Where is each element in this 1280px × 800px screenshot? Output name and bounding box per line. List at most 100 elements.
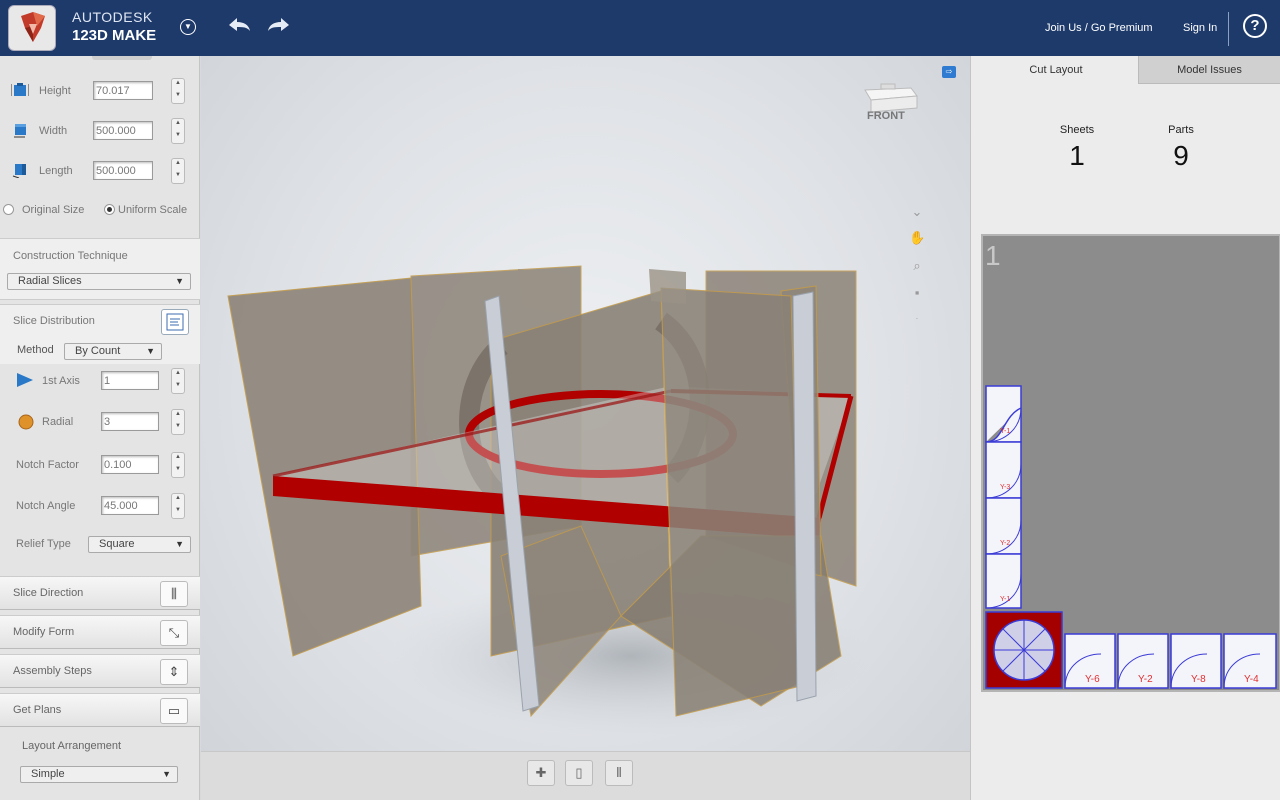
- help-icon[interactable]: ?: [1243, 14, 1267, 38]
- plans-icon[interactable]: ▭: [160, 698, 188, 724]
- collapsed-tab[interactable]: [92, 56, 152, 60]
- construction-value: Radial Slices: [18, 275, 82, 287]
- zoom-icon[interactable]: ⌕: [909, 258, 925, 274]
- modify-form-icon[interactable]: ⤡: [160, 620, 188, 646]
- list-icon[interactable]: [161, 309, 189, 335]
- original-size-label: Original Size: [22, 204, 85, 216]
- logo-icon[interactable]: [8, 5, 56, 51]
- axis-icon: [17, 373, 33, 387]
- construction-select[interactable]: Radial Slices ▼: [7, 273, 191, 290]
- notch-angle-stepper[interactable]: [171, 493, 185, 519]
- parts-value: 9: [1173, 140, 1189, 171]
- sign-in-link[interactable]: Sign In: [1183, 22, 1217, 34]
- height-input[interactable]: 70.017: [93, 81, 153, 100]
- original-size-radio[interactable]: [3, 204, 14, 215]
- cut-sheet[interactable]: 1 Y-1 Y-3 Y-2 Y-1 Y-6 Y-2 Y-8 Y-4: [981, 234, 1280, 692]
- battery-icon[interactable]: ▯: [565, 760, 593, 786]
- viewport-toolbar: ✚ ▯ ⦀: [201, 751, 970, 800]
- method-value: By Count: [75, 345, 121, 357]
- modify-form-title: Modify Form: [13, 626, 75, 638]
- width-icon: [14, 124, 26, 138]
- uniform-scale-label: Uniform Scale: [118, 204, 188, 216]
- expand-icon[interactable]: ⇨: [942, 66, 956, 78]
- part-label: Y-2: [1138, 674, 1153, 685]
- radial-label: Radial: [42, 416, 74, 428]
- modify-form-section[interactable]: Modify Form ⤡: [0, 615, 200, 649]
- tab-model-issues[interactable]: Model Issues: [1138, 56, 1280, 84]
- first-axis-input[interactable]: 1: [101, 371, 159, 390]
- top-bar: AUTODESK 123D MAKE ▼ Join Us / Go Premiu…: [0, 0, 1280, 56]
- 3d-viewport[interactable]: ⇨ FRONT ⌄ ✋ ⌕ ▪ · ✚ ▯ ⦀: [201, 56, 970, 800]
- slice-direction-title: Slice Direction: [13, 587, 84, 599]
- part-label: Y-1: [1000, 428, 1011, 435]
- notch-factor-input[interactable]: 0.100: [101, 455, 159, 474]
- construction-section: Construction Technique Radial Slices ▼: [0, 238, 200, 300]
- part-layout[interactable]: [983, 236, 1279, 690]
- length-label: Length: [39, 165, 73, 177]
- sheets-label: Sheets: [1059, 124, 1095, 136]
- first-axis-stepper[interactable]: [171, 368, 185, 394]
- notch-factor-stepper[interactable]: [171, 452, 185, 478]
- fit-icon[interactable]: ▪: [909, 285, 925, 301]
- right-panel: Cut Layout Model Issues Sheets 1 Parts 9…: [970, 56, 1280, 800]
- width-stepper[interactable]: [171, 118, 185, 144]
- relief-type-select[interactable]: Square ▼: [88, 536, 191, 553]
- slice-direction-icon[interactable]: ⫼: [160, 581, 188, 607]
- layout-arrangement-value: Simple: [31, 768, 65, 780]
- notch-angle-input[interactable]: 45.000: [101, 496, 159, 515]
- join-premium-link[interactable]: Join Us / Go Premium: [1045, 22, 1153, 34]
- bars-icon[interactable]: ⦀: [605, 760, 633, 786]
- part-label: Y-8: [1191, 674, 1206, 685]
- layout-arrangement-label: Layout Arrangement: [22, 740, 122, 752]
- more-icon[interactable]: ·: [909, 314, 925, 330]
- radial-stepper[interactable]: [171, 409, 185, 435]
- height-stepper[interactable]: [171, 78, 185, 104]
- height-icon: [11, 83, 29, 96]
- uniform-scale-radio[interactable]: [104, 204, 115, 215]
- method-label: Method: [17, 344, 54, 356]
- chevron-down-icon: ▼: [175, 539, 184, 549]
- first-axis-label: 1st Axis: [42, 375, 80, 387]
- part-label: Y-3: [1000, 484, 1011, 491]
- pan-icon[interactable]: ✋: [909, 230, 925, 246]
- undo-icon[interactable]: [226, 13, 252, 37]
- part-label: Y-2: [1000, 540, 1011, 547]
- assembly-steps-title: Assembly Steps: [13, 665, 92, 677]
- model-render[interactable]: [201, 56, 970, 751]
- add-icon[interactable]: ✚: [527, 760, 555, 786]
- viewcube-label: FRONT: [867, 110, 905, 122]
- width-label: Width: [39, 125, 68, 137]
- part-label: Y-4: [1244, 674, 1259, 685]
- relief-type-label: Relief Type: [16, 538, 71, 550]
- assembly-icon[interactable]: ⇕: [160, 659, 188, 685]
- brand-product: 123D MAKE: [72, 27, 157, 44]
- radial-input[interactable]: 3: [101, 412, 159, 431]
- slice-distribution-section: Slice Distribution Method By Count ▼: [0, 304, 200, 364]
- length-stepper[interactable]: [171, 158, 185, 184]
- slice-direction-section[interactable]: Slice Direction ⫼: [0, 576, 200, 610]
- width-row: Width 500.000: [0, 116, 200, 146]
- relief-type-value: Square: [99, 538, 135, 550]
- notch-angle-label: Notch Angle: [16, 500, 76, 512]
- method-select[interactable]: By Count ▼: [64, 343, 162, 360]
- chevron-down-icon[interactable]: ⌄: [909, 204, 925, 220]
- brand-company: AUTODESK: [72, 9, 153, 25]
- tab-cut-layout[interactable]: Cut Layout: [975, 56, 1137, 84]
- part-label: Y-6: [1085, 674, 1100, 685]
- notch-factor-label: Notch Factor: [16, 459, 79, 471]
- chevron-down-icon: ▼: [146, 346, 155, 356]
- width-input[interactable]: 500.000: [93, 121, 153, 140]
- length-icon: [12, 164, 26, 178]
- redo-icon[interactable]: [266, 13, 292, 37]
- assembly-steps-section[interactable]: Assembly Steps ⇕: [0, 654, 200, 688]
- get-plans-section[interactable]: Get Plans ▭: [0, 693, 200, 727]
- chevron-down-icon: ▼: [175, 276, 184, 286]
- construction-title: Construction Technique: [13, 250, 128, 262]
- header-divider: [1228, 12, 1229, 46]
- length-row: Length 500.000: [0, 156, 200, 186]
- sheets-value: 1: [1069, 140, 1085, 171]
- layout-arrangement-select[interactable]: Simple ▼: [20, 766, 178, 783]
- radial-icon: [18, 414, 34, 430]
- length-input[interactable]: 500.000: [93, 161, 153, 180]
- dropdown-icon[interactable]: ▼: [180, 19, 196, 35]
